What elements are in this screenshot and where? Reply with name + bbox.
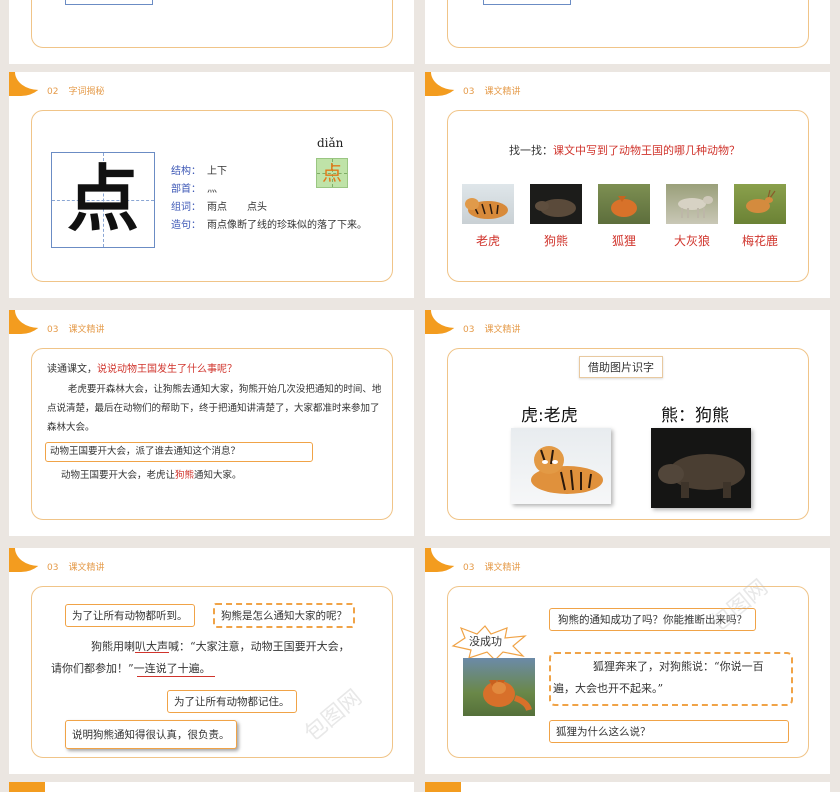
para-line-1: 狗熊用喇叭大声喊：“大家注意，动物王国要开大会， — [91, 640, 350, 653]
small-char-box: 点 — [316, 158, 348, 188]
section-header: 03 课文精讲 — [463, 325, 521, 335]
fox-thumb — [598, 184, 650, 224]
slide-what-happened: 03 课文精讲 读通课文，说说动物王国发生了什么事呢？ 老虎要开森林大会，让狗熊去… — [9, 310, 414, 536]
tiger-photo — [511, 428, 611, 504]
row-sentence: 造句： 雨点像断了线的珍珠似的落了下来。 — [171, 220, 367, 231]
slide-how-notify: 03 课文精讲 为了让所有动物都听到。 狗熊是怎么通知大家的呢？ 狗熊用喇叭大声喊… — [9, 548, 414, 774]
question: 找一找：课文中写到了动物王国的哪几种动物？ — [509, 144, 740, 157]
tiger-thumb — [462, 184, 514, 224]
animal-label: 梅花鹿 — [741, 234, 778, 248]
slide-find-animals: 03 课文精讲 找一找：课文中写到了动物王国的哪几种动物？ 老虎 狗熊 狐狸 大灰… — [425, 72, 830, 298]
slide-top-left — [9, 0, 414, 64]
section-header: 03 课文精讲 — [463, 87, 521, 97]
banner: 借助图片识字 — [579, 356, 663, 378]
quote-line-1: 狐狸奔来了，对狗熊说：“你说一百 — [593, 660, 764, 673]
animal-label: 大灰狼 — [673, 234, 710, 248]
slide-word-reveal: 02 字词揭秘 点 diǎn 点 结构： 上下 部首：灬 组词： 雨点 点头 造句：雨… — [9, 72, 414, 298]
deer-thumb — [734, 184, 786, 224]
grid-bottom-edge — [65, 0, 153, 5]
answer: 动物王国要开大会，老虎让狗熊通知大家。 — [61, 470, 242, 481]
row-radical: 部首：灬 — [171, 184, 217, 195]
row-structure: 结构： 上下 — [171, 166, 227, 177]
corner-tab-icon — [9, 782, 45, 792]
section-header: 03 课文精讲 — [47, 563, 105, 573]
bear-label: 熊：狗熊 — [661, 406, 729, 426]
tiger-label: 虎:老虎 — [521, 406, 578, 426]
bubble-heard: 为了让所有动物都听到。 — [65, 604, 195, 627]
bubble-question: 狗熊是怎么通知大家的呢？ — [213, 603, 355, 628]
animal-label: 狗熊 — [543, 234, 568, 248]
row-words: 组词： 雨点 点头 — [171, 202, 267, 213]
slide-notify-result: 03 课文精讲 狗熊的通知成功了吗？你能推断出来吗？ 没成功 狐狸奔来了，对狗熊说… — [425, 548, 830, 774]
pinyin: diǎn — [317, 136, 344, 150]
section-header: 03 课文精讲 — [463, 563, 521, 573]
bear-thumb — [530, 184, 582, 224]
slide-picture-literacy: 03 课文精讲 借助图片识字 虎:老虎 熊：狗熊 — [425, 310, 830, 536]
bubble-question-2: 狐狸为什么这么说？ — [549, 720, 789, 743]
animal-label: 狐狸 — [611, 234, 636, 248]
para-line-2: 请你们都参加！”一连说了十遍。 — [51, 662, 211, 675]
content-frame — [31, 0, 393, 48]
burst-text: 没成功 — [469, 635, 502, 648]
question-box: 动物王国要开大会，派了谁去通知这个消息？ — [45, 442, 313, 462]
underline-loudly — [135, 652, 169, 653]
bubble-remember: 为了让所有动物都记住。 — [167, 690, 297, 713]
fox-photo — [463, 658, 535, 716]
section-header: 03 课文精讲 — [47, 325, 105, 335]
section-header: 02 字词揭秘 — [47, 87, 105, 97]
bubble-conclusion: 说明狗熊通知得很认真，很负责。 — [65, 720, 237, 749]
wolf-thumb — [666, 184, 718, 224]
char-grid: 点 — [51, 152, 155, 248]
quote-line-2: 遍，大会也开不起来。” — [553, 682, 664, 695]
underline-ten-times — [137, 676, 215, 677]
summary-paragraph: 老虎要开森林大会，让狗熊去通知大家，狗熊开始几次没把通知的时间、地点说清楚，最后… — [47, 384, 382, 433]
bear-photo — [651, 428, 751, 508]
big-character: 点 — [66, 156, 139, 241]
content-frame — [447, 0, 809, 48]
corner-tab-icon — [425, 782, 461, 792]
slide-bottom-left — [9, 782, 414, 792]
slide-bottom-right — [425, 782, 830, 792]
grid-bottom-edge — [483, 0, 571, 5]
slide-top-right — [425, 0, 830, 64]
bubble-question-1: 狗熊的通知成功了吗？你能推断出来吗？ — [549, 608, 756, 631]
animal-label: 老虎 — [475, 234, 500, 248]
question: 读通课文，说说动物王国发生了什么事呢？ — [47, 364, 237, 375]
